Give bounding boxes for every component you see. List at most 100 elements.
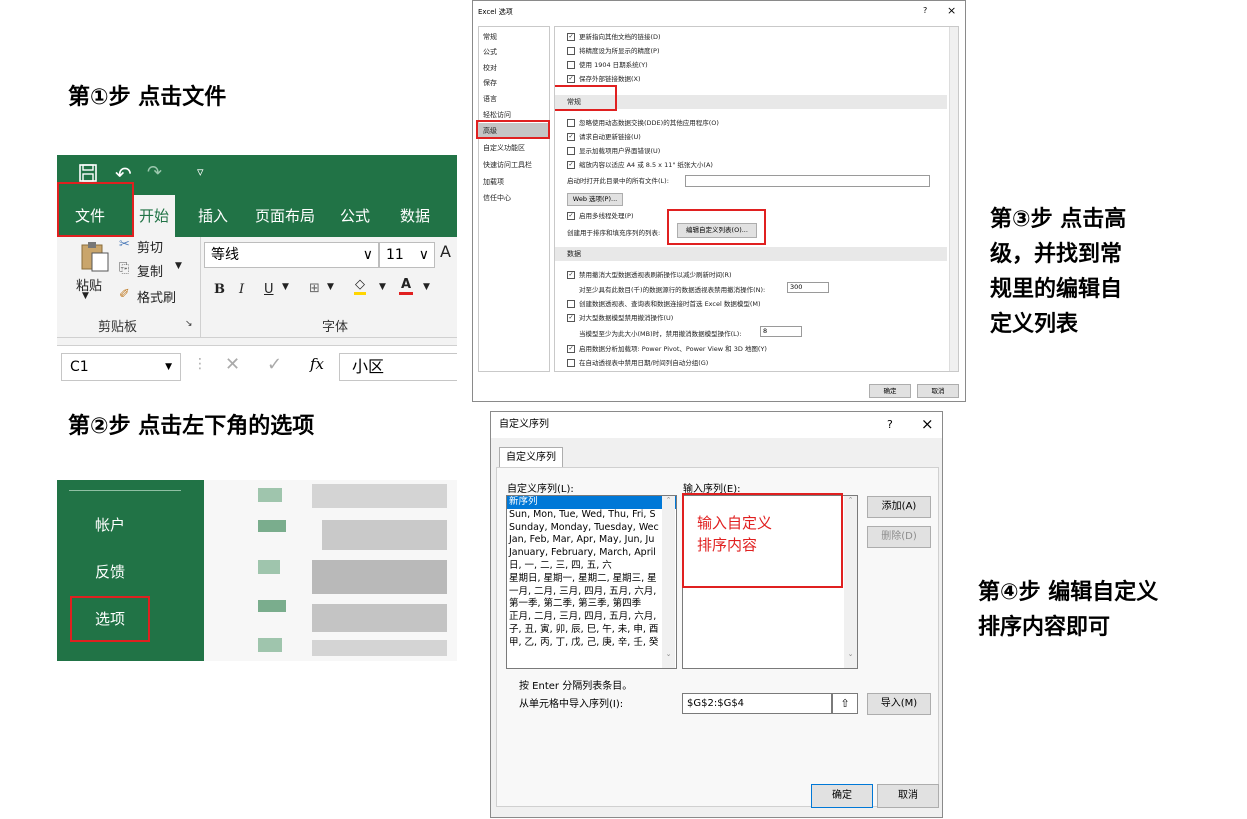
checkbox-checked[interactable]: ✓: [567, 212, 575, 220]
nav-item-language[interactable]: 语言: [483, 94, 497, 104]
option-row[interactable]: 显示加载项用户界面错误(U): [567, 145, 660, 155]
delete-button[interactable]: 删除(D): [867, 526, 931, 548]
option-row[interactable]: 创建数据透视表、查询表和数据连接时首选 Excel 数据模型(M): [567, 298, 761, 308]
checkbox-checked[interactable]: ✓: [567, 161, 575, 169]
entries-scrollbar[interactable]: ⌃ ⌄: [844, 496, 857, 668]
backstage-item-account[interactable]: 帐户: [95, 514, 125, 535]
underline-button[interactable]: U: [264, 282, 274, 297]
ok-button[interactable]: 确定: [811, 784, 873, 808]
undo-rows-spinner[interactable]: 300: [787, 282, 829, 293]
option-row[interactable]: 使用 1904 日期系统(Y): [567, 59, 648, 69]
option-row[interactable]: ✓ 请求自动更新链接(U): [567, 131, 641, 141]
collapse-dialog-icon[interactable]: ⇧: [832, 693, 858, 714]
backstage-item-feedback[interactable]: 反馈: [95, 561, 125, 582]
copy-button[interactable]: 复制: [137, 261, 163, 280]
list-item[interactable]: January, February, March, April: [507, 547, 676, 560]
checkbox-checked[interactable]: ✓: [567, 345, 575, 353]
paste-icon[interactable]: [80, 241, 110, 277]
list-item[interactable]: 一月, 二月, 三月, 四月, 五月, 六月,: [507, 586, 676, 599]
checkbox[interactable]: [567, 47, 575, 55]
checkbox-checked[interactable]: ✓: [567, 75, 575, 83]
option-row[interactable]: ✓ 启用数据分析加载项: Power Pivot、Power View 和 3D …: [567, 343, 767, 353]
nav-item-trust-center[interactable]: 信任中心: [483, 193, 511, 203]
redo-icon[interactable]: ↷: [147, 162, 162, 183]
paste-dropdown-icon[interactable]: ▼: [82, 291, 89, 301]
tab-home[interactable]: 开始: [133, 195, 176, 237]
border-dropdown-icon[interactable]: ▼: [327, 282, 334, 292]
nav-item-save[interactable]: 保存: [483, 78, 497, 88]
add-button[interactable]: 添加(A): [867, 496, 931, 518]
format-painter-icon[interactable]: ✐: [119, 287, 130, 302]
grow-font-icon[interactable]: A: [440, 242, 451, 261]
scroll-down-icon[interactable]: ⌄: [844, 650, 857, 658]
nav-item-formulas[interactable]: 公式: [483, 47, 497, 57]
tab-insert[interactable]: 插入: [198, 195, 228, 237]
checkbox-checked[interactable]: ✓: [567, 33, 575, 41]
close-button[interactable]: ×: [921, 415, 934, 433]
startup-path-input[interactable]: [685, 175, 930, 187]
border-icon[interactable]: ⊞: [309, 281, 320, 296]
list-item[interactable]: 第一季, 第二季, 第三季, 第四季: [507, 598, 676, 611]
underline-dropdown-icon[interactable]: ▼: [282, 282, 289, 292]
nav-item-proofing[interactable]: 校对: [483, 63, 497, 73]
cancel-entry-icon[interactable]: ✕: [225, 354, 240, 375]
scroll-down-icon[interactable]: ⌄: [662, 650, 675, 658]
tab-data[interactable]: 数据: [400, 195, 430, 237]
options-scrollbar[interactable]: [949, 27, 958, 371]
copy-icon[interactable]: ⎘: [119, 261, 129, 276]
lists-scrollbar[interactable]: ⌃ ⌄: [662, 496, 675, 668]
import-range-input[interactable]: $G$2:$G$4: [682, 693, 832, 714]
nav-item-addins[interactable]: 加载项: [483, 177, 504, 187]
cut-icon[interactable]: ✂: [119, 237, 130, 252]
model-size-spinner[interactable]: 8: [760, 326, 802, 337]
cut-button[interactable]: 剪切: [137, 237, 163, 256]
list-item[interactable]: 星期日, 星期一, 星期二, 星期三, 星: [507, 573, 676, 586]
bold-button[interactable]: B: [214, 282, 225, 297]
checkbox[interactable]: [567, 61, 575, 69]
list-item[interactable]: Sunday, Monday, Tuesday, Wec: [507, 522, 676, 535]
option-row[interactable]: ✓ 保存外部链接数据(X): [567, 73, 641, 83]
import-button[interactable]: 导入(M): [867, 693, 931, 715]
checkbox-checked[interactable]: ✓: [567, 133, 575, 141]
option-row[interactable]: ✓ 更新指向其他文档的链接(D): [567, 31, 661, 41]
tab-formulas[interactable]: 公式: [340, 195, 370, 237]
option-row[interactable]: 在自动透视表中禁用日期/时间列自动分组(G): [567, 357, 708, 367]
scroll-up-icon[interactable]: ⌃: [662, 496, 675, 504]
paste-button[interactable]: 粘贴: [76, 275, 102, 294]
list-item[interactable]: 甲, 乙, 丙, 丁, 戊, 己, 庚, 辛, 壬, 癸: [507, 637, 676, 650]
checkbox-checked[interactable]: ✓: [567, 271, 575, 279]
list-item[interactable]: 新序列: [507, 496, 676, 509]
font-color-dropdown-icon[interactable]: ▼: [423, 282, 430, 292]
help-button[interactable]: ?: [887, 418, 893, 431]
list-item[interactable]: 正月, 二月, 三月, 四月, 五月, 六月,: [507, 611, 676, 624]
option-row[interactable]: 将精度设为所显示的精度(P): [567, 45, 660, 55]
custom-lists-listbox[interactable]: 新序列 Sun, Mon, Tue, Wed, Thu, Fri, S Sund…: [506, 495, 677, 669]
font-name-combo[interactable]: 等线 ∨: [204, 242, 379, 268]
option-row[interactable]: ✓ 禁用撤消大型数据透视表刷新操作以减少刷新时间(R): [567, 269, 732, 279]
checkbox[interactable]: [567, 147, 575, 155]
list-item[interactable]: Sun, Mon, Tue, Wed, Thu, Fri, S: [507, 509, 676, 522]
checkbox[interactable]: [567, 300, 575, 308]
cancel-button[interactable]: 取消: [917, 384, 959, 398]
option-row[interactable]: ✓ 启用多线程处理(P): [567, 210, 634, 220]
dialog-launcher-icon[interactable]: ↘: [185, 319, 193, 329]
font-size-combo[interactable]: 11 ∨: [379, 242, 435, 268]
italic-button[interactable]: I: [239, 282, 244, 297]
customize-icon[interactable]: ▿: [197, 165, 204, 180]
name-box[interactable]: C1 ▼: [61, 353, 181, 381]
option-row[interactable]: ✓ 缩放内容以适应 A4 或 8.5 x 11" 纸张大小(A): [567, 159, 713, 169]
nav-item-quick-access[interactable]: 快速访问工具栏: [483, 160, 532, 170]
tab-custom-lists[interactable]: 自定义序列: [499, 447, 563, 468]
list-item[interactable]: Jan, Feb, Mar, Apr, May, Jun, Ju: [507, 534, 676, 547]
confirm-entry-icon[interactable]: ✓: [267, 354, 282, 375]
checkbox[interactable]: [567, 119, 575, 127]
font-color-icon[interactable]: A: [399, 277, 414, 295]
copy-dropdown-icon[interactable]: ▼: [175, 261, 182, 271]
option-row[interactable]: ✓ 对大型数据模型禁用撤消操作(U): [567, 312, 673, 322]
scroll-up-icon[interactable]: ⌃: [844, 496, 857, 504]
fill-dropdown-icon[interactable]: ▼: [379, 282, 386, 292]
list-item[interactable]: 日, 一, 二, 三, 四, 五, 六: [507, 560, 676, 573]
tab-page-layout[interactable]: 页面布局: [255, 195, 315, 237]
option-row[interactable]: 忽略使用动态数据交换(DDE)的其他应用程序(O): [567, 117, 719, 127]
list-item[interactable]: 子, 丑, 寅, 卯, 辰, 巳, 午, 未, 申, 酉: [507, 624, 676, 637]
